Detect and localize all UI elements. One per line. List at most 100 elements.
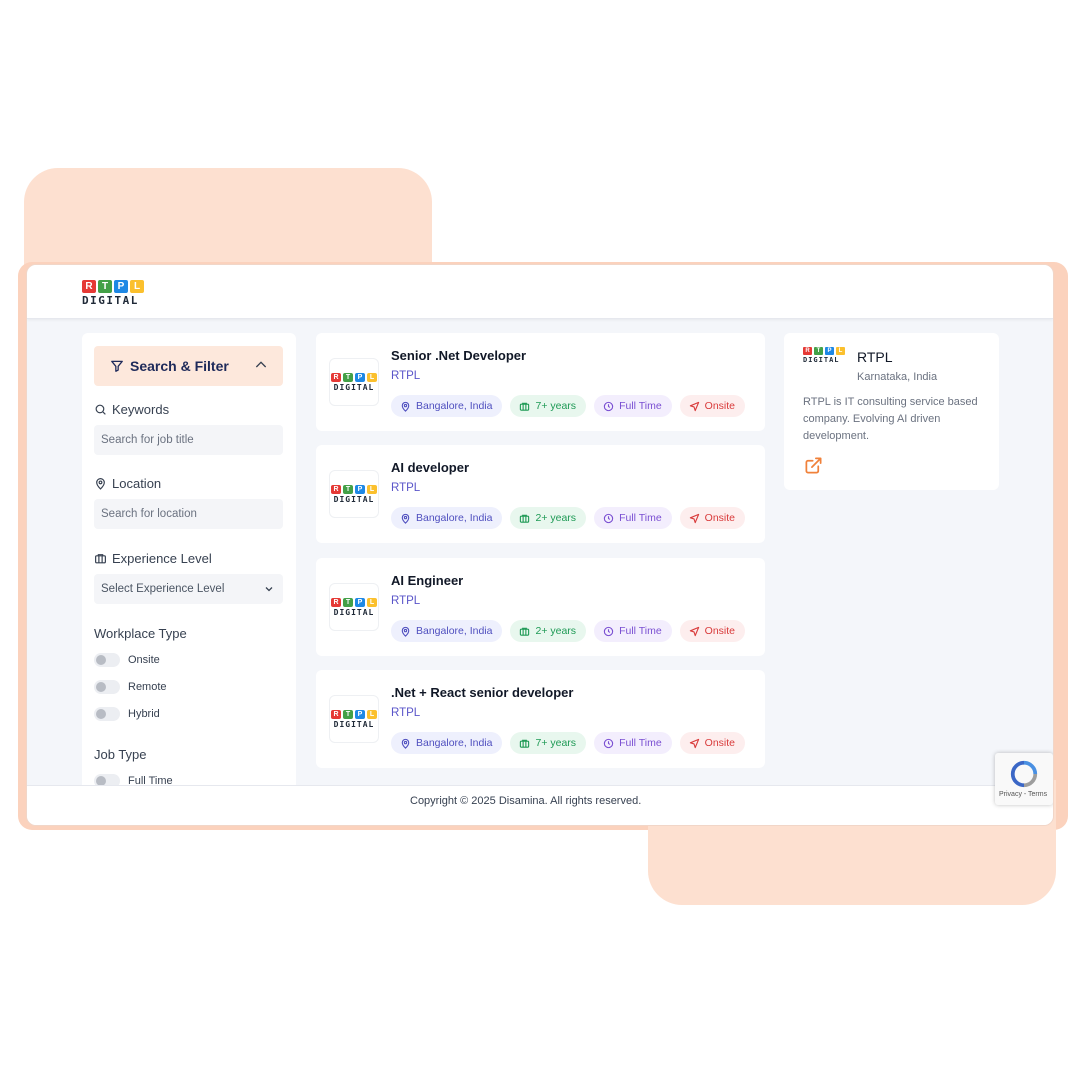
job-tags: Bangalore, India 7+ years Full Time Onsite (391, 395, 746, 417)
toggle-switch[interactable] (94, 707, 120, 721)
logo-word: DIGITAL (333, 719, 375, 729)
workplace-label: Workplace Type (94, 626, 187, 641)
briefcase-icon (520, 739, 530, 748)
toggle-switch[interactable] (94, 680, 120, 694)
copyright-text: Copyright © 2025 Disamina. All rights re… (410, 795, 642, 807)
toggle-label: Onsite (128, 654, 160, 666)
job-card[interactable]: R T P L DIGITAL Senior .Net Developer RTPL Bang… (316, 333, 765, 431)
map-pin-icon (401, 401, 410, 412)
logo-letters: RTPL (331, 372, 377, 382)
location-label-text: Location (112, 476, 162, 491)
tag-text: Onsite (704, 512, 736, 524)
logo-letter: P (355, 484, 365, 494)
experience-select-value: Select Experience Level (101, 583, 225, 595)
location-input[interactable] (94, 499, 283, 529)
company-logo: R T P L DIGITAL (329, 583, 379, 631)
job-company[interactable]: RTPL (391, 370, 420, 382)
logo-letters: RTPL (331, 709, 377, 719)
logo-word: DIGITAL (333, 382, 375, 392)
job-title[interactable]: AI developer (391, 460, 469, 475)
tag-text: 2+ years (535, 512, 577, 524)
experience-select[interactable]: Select Experience Level (94, 574, 283, 604)
tag-text: Full Time (619, 737, 662, 749)
logo-letter: R (82, 280, 96, 293)
logo-letter: L (367, 597, 377, 607)
tag-text: 2+ years (535, 625, 577, 637)
recaptcha-icon (1010, 760, 1038, 788)
navigation-icon (689, 401, 699, 411)
tag-text: 7+ years (535, 737, 577, 749)
toggle-switch[interactable] (94, 653, 120, 667)
job-card[interactable]: R T P L DIGITAL AI Engineer RTPL Bangalore, Ind… (316, 558, 765, 656)
workplace-tag: Onsite (679, 507, 746, 529)
job-type-tag: Full Time (594, 732, 672, 754)
logo-letter: P (355, 709, 365, 719)
clock-icon (603, 626, 614, 636)
navigation-icon (689, 513, 699, 523)
job-tags: Bangalore, India 7+ years Full Time Onsite (391, 732, 746, 754)
logo-letters: R T P L (82, 280, 146, 293)
search-icon (95, 404, 106, 415)
clock-icon (603, 738, 614, 748)
job-type-tag: Full Time (594, 620, 672, 642)
tag-text: Onsite (704, 737, 736, 749)
brand-logo[interactable]: R T P L DIGITAL (82, 280, 146, 308)
tag-text: Full Time (619, 400, 662, 412)
location-tag: Bangalore, India (391, 507, 503, 529)
job-type-tag: Full Time (594, 507, 672, 529)
logo-letter: R (331, 597, 341, 607)
tag-text: Onsite (704, 400, 736, 412)
logo-letter: L (130, 280, 144, 293)
filter-sidebar: Search & Filter Keywords Location Experi… (82, 333, 296, 803)
recaptcha-badge[interactable]: Privacy - Terms (995, 753, 1053, 805)
workplace-option-hybrid[interactable]: Hybrid (94, 707, 296, 721)
experience-tag: 2+ years (510, 507, 587, 529)
job-type-label: Job Type (94, 747, 147, 762)
app-window: R T P L DIGITAL Search & Filter Keywords (26, 264, 1054, 826)
keywords-input[interactable] (94, 425, 283, 455)
top-navbar: R T P L DIGITAL (27, 265, 1053, 319)
logo-letter: P (355, 597, 365, 607)
logo-letter: L (367, 484, 377, 494)
chevron-up-icon[interactable] (253, 357, 269, 373)
location-tag: Bangalore, India (391, 395, 503, 417)
keywords-label-text: Keywords (112, 402, 170, 417)
briefcase-icon (520, 402, 530, 411)
logo-letter: T (343, 709, 353, 719)
navigation-icon (689, 738, 699, 748)
workplace-tag: Onsite (679, 620, 746, 642)
clock-icon (603, 513, 614, 523)
logo-letter: R (803, 347, 812, 355)
job-card[interactable]: R T P L DIGITAL AI developer RTPL Bangalore, In… (316, 445, 765, 543)
workplace-tag: Onsite (679, 732, 746, 754)
logo-word: DIGITAL (333, 607, 375, 617)
experience-tag: 7+ years (510, 395, 587, 417)
workplace-option-onsite[interactable]: Onsite (94, 653, 296, 667)
job-type-tag: Full Time (594, 395, 672, 417)
job-company[interactable]: RTPL (391, 595, 420, 607)
tag-text: Bangalore, India (416, 512, 493, 524)
stage: R T P L DIGITAL Search & Filter Keywords (0, 0, 1080, 1080)
external-link-icon[interactable] (804, 456, 823, 475)
logo-letter: P (825, 347, 834, 355)
toggle-label: Remote (128, 681, 167, 693)
briefcase-icon (520, 514, 530, 523)
job-title[interactable]: AI Engineer (391, 573, 463, 588)
workplace-option-remote[interactable]: Remote (94, 680, 296, 694)
job-company[interactable]: RTPL (391, 482, 420, 494)
logo-word: DIGITAL (333, 494, 375, 504)
filter-title: Search & Filter (130, 358, 229, 374)
filter-header[interactable]: Search & Filter (94, 346, 283, 386)
tag-text: Bangalore, India (416, 400, 493, 412)
logo-letter: T (343, 372, 353, 382)
tag-text: 7+ years (535, 400, 577, 412)
logo-letters: RTPL (331, 484, 377, 494)
logo-letter: P (114, 280, 128, 293)
company-logo: R T P L DIGITAL (329, 358, 379, 406)
job-title[interactable]: Senior .Net Developer (391, 348, 526, 363)
recaptcha-terms[interactable]: Privacy - Terms (999, 791, 1047, 798)
job-company[interactable]: RTPL (391, 707, 420, 719)
job-card[interactable]: R T P L DIGITAL .Net + React senior developer… (316, 670, 765, 768)
logo-letter: T (98, 280, 112, 293)
job-title[interactable]: .Net + React senior developer (391, 685, 573, 700)
